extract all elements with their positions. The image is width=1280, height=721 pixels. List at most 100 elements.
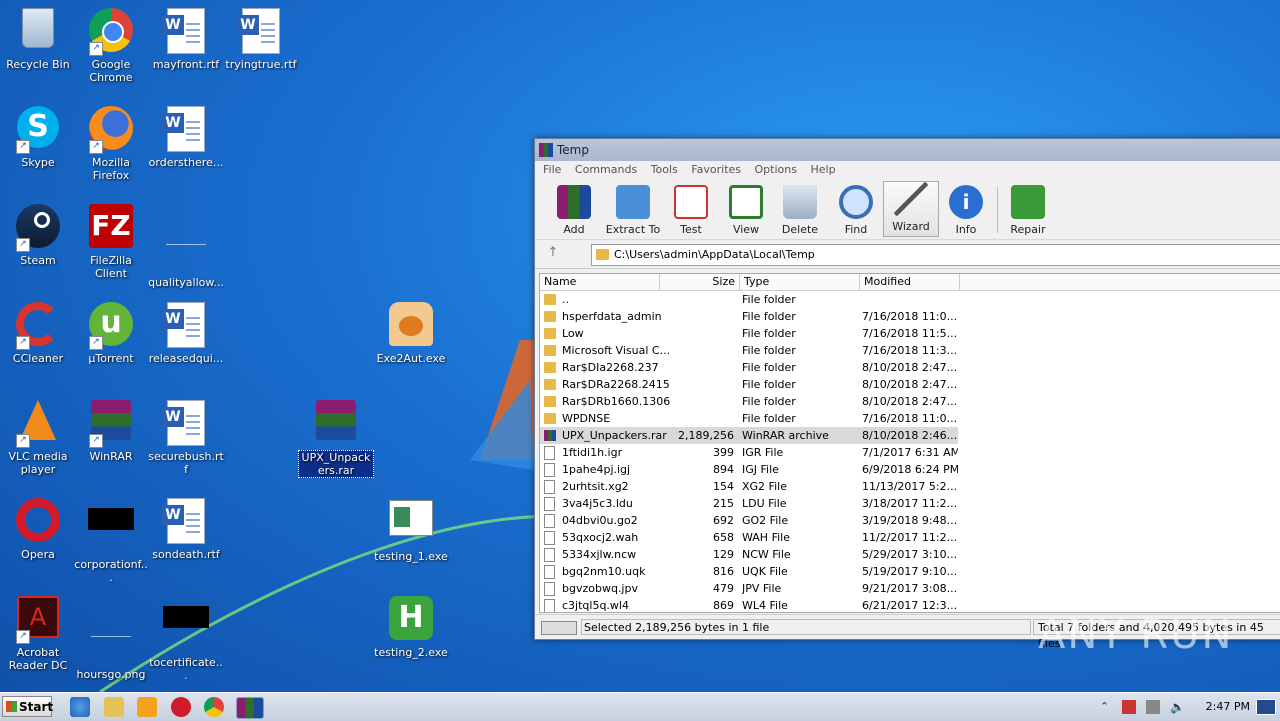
table-row[interactable]: bgq2nm10.uqk 816 UQK File 5/19/2017 9:10... — [540, 563, 1280, 580]
desktop-icon-upx-unpackers[interactable]: UPX_Unpackers.rar — [298, 396, 374, 478]
desktop-icon-label: VLC media player — [8, 450, 68, 476]
desktop-icon-steam[interactable]: ↗ Steam — [0, 200, 76, 267]
desktop-icon-opera[interactable]: Opera — [0, 494, 76, 561]
column-size[interactable]: Size — [660, 274, 740, 290]
desktop-icon-testing2[interactable]: H testing_2.exe — [373, 592, 449, 659]
wizard-button[interactable]: Wizard — [883, 181, 939, 237]
cell-type: XG2 File — [742, 480, 787, 493]
table-row[interactable]: hsperfdata_admin File folder 7/16/2018 11:… — [540, 308, 1280, 325]
desktop-icon-utorrent[interactable]: u ↗ µTorrent — [73, 298, 149, 365]
column-name[interactable]: Name — [540, 274, 660, 290]
table-row[interactable]: WPDNSE File folder 7/16/2018 11:0... — [540, 410, 1280, 427]
window-titlebar[interactable]: Temp — [535, 139, 1280, 161]
winrar-window[interactable]: Temp File Commands Tools Favorites Optio… — [534, 138, 1280, 650]
volume-icon[interactable]: 🔈 — [1170, 700, 1185, 714]
cell-modified: 8/10/2018 2:47... — [862, 395, 958, 408]
desktop-icon-releasedqui[interactable]: W releasedqui... — [148, 298, 224, 365]
menu-tools[interactable]: Tools — [651, 163, 678, 176]
menu-help[interactable]: Help — [810, 163, 835, 176]
winrar-taskbar-icon[interactable] — [236, 697, 264, 719]
menu-file[interactable]: File — [543, 163, 561, 176]
add-button[interactable]: Add — [547, 185, 601, 236]
cell-name: Microsoft Visual C... — [562, 344, 671, 357]
explorer-icon[interactable] — [104, 697, 124, 717]
desktop-icon-winrar[interactable]: ↗ WinRAR — [73, 396, 149, 463]
monitor-icon[interactable] — [1256, 699, 1276, 715]
table-row[interactable]: .. File folder — [540, 291, 1280, 308]
drive-icon[interactable] — [541, 621, 577, 635]
desktop-icon-firefox[interactable]: ↗ Mozilla Firefox — [73, 102, 149, 182]
path-field[interactable]: C:\Users\admin\AppData\Local\Temp — [591, 244, 1280, 266]
repair-button[interactable]: Repair — [1001, 185, 1055, 236]
desktop-icon-chrome[interactable]: ↗ Google Chrome — [73, 4, 149, 84]
steam-icon: ↗ — [14, 204, 62, 252]
action-center-icon[interactable] — [1122, 700, 1136, 714]
up-arrow-icon[interactable]: ↑ — [543, 245, 563, 263]
table-row[interactable]: c3jtql5q.wl4 869 WL4 File 6/21/2017 12:3... — [540, 597, 1280, 612]
table-row[interactable]: Rar$DIa2268.237 File folder 8/10/2018 2:47… — [540, 359, 1280, 376]
clock[interactable]: 2:47 PM — [1206, 693, 1250, 721]
table-row[interactable]: 1pahe4pj.igj 894 IGJ File 6/9/2018 6:24 PM — [540, 461, 1280, 478]
table-row[interactable]: Rar$DRb1660.1306 File folder 8/10/2018 2:4… — [540, 393, 1280, 410]
extract-to-button[interactable]: Extract To — [603, 185, 663, 236]
chrome-taskbar-icon[interactable] — [204, 697, 224, 717]
ie-icon[interactable] — [70, 697, 90, 717]
media-player-icon[interactable] — [137, 697, 157, 717]
table-row[interactable]: 5334xjlw.ncw 129 NCW File 5/29/2017 3:10... — [540, 546, 1280, 563]
desktop-icon-acrobat[interactable]: A ↗ Acrobat Reader DC — [0, 592, 76, 672]
desktop-icon-recycle-bin[interactable]: Recycle Bin — [0, 4, 76, 71]
menu-commands[interactable]: Commands — [575, 163, 637, 176]
file-list[interactable]: Name Size Type Modified .. File folder hsp… — [539, 273, 1280, 613]
table-row[interactable]: 2urhtsit.xg2 154 XG2 File 11/13/2017 5:2... — [540, 478, 1280, 495]
table-row[interactable]: 1ftidi1h.igr 399 IGR File 7/1/2017 6:31 AM — [540, 444, 1280, 461]
menu-options[interactable]: Options — [755, 163, 797, 176]
cell-size: 479 — [713, 582, 734, 595]
table-row[interactable]: 53qxocj2.wah 658 WAH File 11/2/2017 11:2... — [540, 529, 1280, 546]
table-row[interactable]: bgvzobwq.jpv 479 JPV File 9/21/2017 3:08... — [540, 580, 1280, 597]
desktop-icon-sondeath[interactable]: W sondeath.rtf — [148, 494, 224, 561]
opera-taskbar-icon[interactable] — [171, 697, 191, 717]
desktop-icon-filezilla[interactable]: FZ FileZilla Client — [73, 200, 149, 280]
desktop-icon-testing1[interactable]: testing_1.exe — [373, 494, 449, 563]
skype-icon: S ↗ — [14, 106, 62, 154]
desktop-icon-securebush[interactable]: W securebush.rtf — [148, 396, 224, 476]
info-button[interactable]: i Info — [939, 185, 993, 236]
start-button[interactable]: Start — [2, 696, 53, 717]
table-row[interactable]: Low File folder 7/16/2018 11:5... — [540, 325, 1280, 342]
desktop-icon-qualityallow[interactable]: qualityallow... — [148, 200, 224, 289]
cell-size: 154 — [713, 480, 734, 493]
desktop-icon-tryingtrue[interactable]: W tryingtrue.rtf — [223, 4, 299, 71]
cell-name: 1pahe4pj.igj — [562, 463, 631, 476]
cell-name: bgq2nm10.uqk — [562, 565, 646, 578]
desktop-icon-vlc[interactable]: ↗ VLC media player — [0, 396, 76, 476]
desktop-icon-corporationf[interactable]: corporationf... — [73, 494, 149, 584]
status-selected: Selected 2,189,256 bytes in 1 file — [581, 619, 1031, 635]
desktop-icon-exe2aut[interactable]: Exe2Aut.exe — [373, 298, 449, 365]
desktop-icon-ordersthere[interactable]: W ordersthere... — [148, 102, 224, 169]
desktop-icon-skype[interactable]: S ↗ Skype — [0, 102, 76, 169]
cell-type: WinRAR archive — [742, 429, 829, 442]
table-row[interactable]: 04dbvi0u.go2 692 GO2 File 3/19/2018 9:48... — [540, 512, 1280, 529]
cell-type: File folder — [742, 412, 796, 425]
desktop-icon-hoursgo[interactable]: hoursgo.png — [73, 592, 149, 681]
table-row[interactable]: Rar$DRa2268.2415 File folder 8/10/2018 2:4… — [540, 376, 1280, 393]
view-button[interactable]: View — [719, 185, 773, 236]
test-button[interactable]: Test — [664, 185, 718, 236]
table-row[interactable]: 3va4j5c3.ldu 215 LDU File 3/18/2017 11:2... — [540, 495, 1280, 512]
desktop-icon-ccleaner[interactable]: ↗ CCleaner — [0, 298, 76, 365]
desktop-icon-tocertificate[interactable]: tocertificate... — [148, 592, 224, 682]
menu-favorites[interactable]: Favorites — [691, 163, 741, 176]
column-modified[interactable]: Modified — [860, 274, 960, 290]
desktop-icon-label: releasedqui... — [148, 352, 224, 365]
show-hidden-icons-icon[interactable]: ⌃ — [1100, 700, 1114, 714]
column-type[interactable]: Type — [740, 274, 860, 290]
table-row[interactable]: Microsoft Visual C... File folder 7/16/201… — [540, 342, 1280, 359]
desktop-icon-mayfront[interactable]: W mayfront.rtf — [148, 4, 224, 71]
network-icon[interactable] — [1146, 700, 1160, 714]
find-label: Find — [844, 223, 868, 236]
cell-modified: 9/21/2017 3:08... — [862, 582, 958, 595]
find-button[interactable]: Find — [829, 185, 883, 236]
desktop-icon-label: securebush.rtf — [148, 450, 224, 476]
table-row[interactable]: UPX_Unpackers.rar 2,189,256 WinRAR archive… — [540, 427, 958, 444]
delete-button[interactable]: Delete — [773, 185, 827, 236]
